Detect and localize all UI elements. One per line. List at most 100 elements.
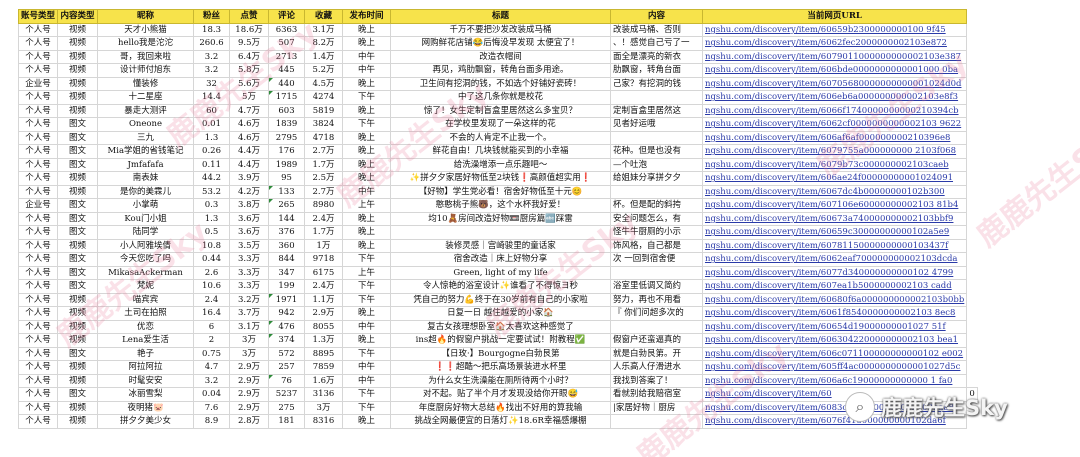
cell-nickname: 南表妹: [97, 171, 195, 186]
cell-title: 【好物】学生党必看！宿舍好物低至十元😊: [390, 184, 612, 199]
column-header-account-type[interactable]: 账号类型: [17, 9, 59, 24]
cell-favorites: 1.7万: [304, 157, 344, 172]
table-row[interactable]: 个人号 视频 时髦安安 3.2 2.9万 76 1.6万 中午 为什么女生洗澡能在厕所待两个小时…: [17, 373, 978, 388]
cell-url[interactable]: ngshu.com/discovery/item/606304220000000…: [702, 333, 968, 348]
cell-content-type: 图文: [57, 279, 99, 294]
cell-comments: 347: [268, 265, 306, 280]
cell-favorites: 9718: [304, 252, 344, 267]
column-header-content[interactable]: 内容: [610, 9, 704, 24]
table-row[interactable]: 个人号 视频 十二星座 14.4 5万 1715 4274 下午 中了这几条你就是校花 ngshu…: [17, 90, 978, 105]
table-row[interactable]: 个人号 视频 小人阿雅埃倩 10.8 3.5万 360 1万 晚上 装修灵感｜宫崎骏里的童话家饰…: [17, 238, 978, 253]
cell-content: 人乐高人仔滑进水: [610, 360, 704, 375]
cell-url[interactable]: ngshu.com/discovery/item/6062fec20000000…: [702, 36, 968, 51]
table-row[interactable]: 个人号 视频 拼夕夕美少女 8.9 2.8万 181 8316 晚上 挑战全网最便宜的日落灯✨1…: [17, 414, 978, 429]
cell-url[interactable]: ngshu.com/discovery/item/607106e60000000…: [702, 198, 968, 213]
column-header-fans[interactable]: 粉丝: [193, 9, 231, 24]
cell-comments: 1715: [268, 90, 306, 105]
cell-likes: 5万: [229, 90, 270, 105]
table-row[interactable]: 个人号 视频 天才小熊猫 18.3 18.6万 6363 3.1万 晚上 千万不要把沙发改装成马…: [17, 22, 978, 37]
table-row[interactable]: 个人号 图文 Kou门小姐 1.3 3.6万 144 2.4万 晚上 均10🧸房间改造好物📼厨房…: [17, 211, 978, 226]
cell-url[interactable]: ngshu.com/discovery/item/60673a740000000…: [702, 211, 968, 226]
cell-likes: 3万: [229, 333, 270, 348]
table-row[interactable]: 个人号 图文 今天您吃了吗 0.44 3.3万 844 9718 下午 宿舍改造｜床上好物分享次…: [17, 252, 978, 267]
table-row[interactable]: 个人号 视频 土司在拍照 16.4 3.7万 942 2.9万 晚上 日复一日 越住越爱的小家🏠…: [17, 306, 978, 321]
cell-favorites: 4718: [304, 130, 344, 145]
table-row[interactable]: 个人号 视频 hello我是沱沱 260.6 9.5万 507 8.2万 晚上 网购鲜花店铺😂后…: [17, 36, 978, 51]
table-row[interactable]: 个人号 图文 梵妮 10.6 3.3万 199 2.4万 下午 令人惊艳的浴室设计✨谁看了不得惊…: [17, 279, 978, 294]
cell-url[interactable]: ngshu.com/discovery/item/607811500000000…: [702, 238, 968, 253]
cell-url[interactable]: ngshu.com/discovery/item/60680f6a0000000…: [702, 292, 968, 307]
cell-content: 饰风格，自己都是: [610, 238, 704, 253]
table-row[interactable]: 个人号 视频 是你的美霖儿 53.2 4.2万 133 2.7万 中午 【好物】学生党必看！宿舍…: [17, 184, 978, 199]
cell-favorites: 1.3万: [304, 333, 344, 348]
cell-url[interactable]: ngshu.com/discovery/item/607056800000000…: [702, 76, 968, 91]
table-row[interactable]: 个人号 图文 冰丽雪梨 0.04 2.9万 5237 3136 下午 对不起。贴了半个月才发现没…: [17, 387, 978, 402]
column-header-url[interactable]: 当前网页URL: [702, 9, 968, 24]
cell-title: 宿舍改造｜床上好物分享: [390, 252, 612, 267]
column-header-title[interactable]: 标题: [390, 9, 612, 24]
cell-url[interactable]: ngshu.com/discovery/item/605ff4ac0000000…: [702, 360, 968, 375]
cell-url[interactable]: ngshu.com/discovery/item/607901100000000…: [702, 49, 968, 64]
table-row[interactable]: 个人号 图文 MikasaAckerman 2.6 3.3万 347 6175 上午 Green…: [17, 265, 978, 280]
column-header-content-type[interactable]: 内容类型: [57, 9, 99, 24]
cell-url[interactable]: ngshu.com/discovery/item/60659b230000000…: [702, 22, 968, 37]
table-row[interactable]: 个人号 视频 哥，我回来啦 3.2 6.4万 2713 1.4万 中午 改造衣帽间 面全是漂亮的新…: [17, 49, 978, 64]
cell-url[interactable]: ngshu.com/discovery/item/607ea1b50000000…: [702, 279, 968, 294]
cell-url[interactable]: ngshu.com/discovery/item/6066f1740000000…: [702, 103, 968, 118]
table-row[interactable]: 个人号 视频 阿拉阿拉 4.7 2.9万 257 7859 中午 ❗❗超酷～把乐高场景装进水杯里…: [17, 360, 978, 375]
table-row[interactable]: 企业号 视频 懂装修 32 5.6万 440 4.5万 晚上 卫生间有挖洞的钱，不如选个好铺好瓷…: [17, 76, 978, 91]
cell-nickname: 三九: [97, 130, 195, 145]
cell-url[interactable]: ngshu.com/discovery/item/6077d3400000000…: [702, 265, 968, 280]
cell-url[interactable]: ngshu.com/discovery/item/6062eaf70000000…: [702, 252, 968, 267]
table-row[interactable]: 个人号 视频 优恋 6 3.1万 476 8055 中午 复古女孩理想卧室🏠太喜欢这种感觉了 ng…: [17, 319, 978, 334]
table-row[interactable]: 个人号 图文 Oneone 0.01 4.6万 1839 3824 下午 在学校里发现了一朵这样…: [17, 117, 978, 132]
cell-nickname: MikasaAckerman: [97, 265, 195, 280]
cell-content-type: 图文: [57, 265, 99, 280]
cell-url[interactable]: ngshu.com/discovery/item/6079755a0000000…: [702, 144, 968, 159]
table-row[interactable]: 个人号 视频 暴走大测评 60 4.7万 603 5819 晚上 惊了！女生定制盲盒里居然这么多…: [17, 103, 978, 118]
column-header-nickname[interactable]: 昵称: [97, 9, 195, 24]
cell-account-type: 个人号: [17, 333, 59, 348]
cell-comments: 144: [268, 211, 306, 226]
table-row[interactable]: 个人号 图文 艳子 0.75 3万 572 8895 下午 【日玫·】Bourgogne白勃艮第…: [17, 346, 978, 361]
cell-comments: 6363: [268, 22, 306, 37]
table-row[interactable]: 个人号 视频 南表妹 44.2 3.9万 95 2.5万 晚上 ✨拼夕夕家居好物低至2块钱❗高颜…: [17, 171, 978, 186]
cell-account-type: 个人号: [17, 400, 59, 415]
table-row[interactable]: 个人号 图文 三九 1.3 4.6万 2795 4718 晚上 不会的人肯定不止我一个。 ngsh…: [17, 130, 978, 145]
cell-url[interactable]: ngshu.com/discovery/item/606eb6a00000000…: [702, 90, 968, 105]
table-row[interactable]: 个人号 图文 Jmfafafa 0.11 4.4万 1989 1.7万 晚上 给洗澡增添一点乐趣…: [17, 157, 978, 172]
table-row[interactable]: 个人号 图文 陆同学 0.5 3.6万 376 1.7万 晚上 怪牛牛厨厕的小示 ngshu.co…: [17, 225, 978, 240]
cell-url[interactable]: ngshu.com/discovery/item/606bde000000000…: [702, 63, 968, 78]
cell-nickname: Lena爱生活: [97, 333, 195, 348]
table-row[interactable]: 个人号 视频 设计师付旭东 3.2 5.8万 445 5.2万 中午 再见，鸡肋飘窗，转角台面多…: [17, 63, 978, 78]
column-header-likes[interactable]: 点赞: [229, 9, 270, 24]
cell-account-type: 企业号: [17, 198, 59, 213]
table-row[interactable]: 个人号 视频 夜明猪🐷 7.6 2.9万 275 3万 下午 年度厨房好物大总结🔥找出不好用的算…: [17, 400, 978, 415]
column-header-comments[interactable]: 评论: [268, 9, 306, 24]
column-header-favorites[interactable]: 收藏: [304, 9, 344, 24]
cell-url[interactable]: ngshu.com/discovery/item/6061f8540000000…: [702, 306, 968, 321]
cell-content-type: 视频: [57, 171, 99, 186]
table-row[interactable]: 企业号 图文 小掌萌 0.3 3.8万 265 8980 上午 憨憨桃子熊🐻，这个水杯我好爱！杯…: [17, 198, 978, 213]
cell-fans: 0.26: [193, 144, 231, 159]
cell-url[interactable]: ngshu.com/discovery/item/6079b73c0000000…: [702, 157, 968, 172]
cell-title: 挑战全网最便宜的日落灯✨18.6R幸福感爆棚: [390, 414, 612, 429]
cell-url[interactable]: ngshu.com/discovery/item/606af6af0000000…: [702, 130, 968, 145]
cell-url[interactable]: ngshu.com/discovery/item/6062cf000000000…: [702, 117, 968, 132]
cell-url[interactable]: ngshu.com/discovery/item/60654d190000000…: [702, 319, 968, 334]
cell-fans: 1.3: [193, 211, 231, 226]
cell-url[interactable]: ngshu.com/discovery/item/606c07110000000…: [702, 346, 968, 361]
wechat-icon: ⌕: [845, 392, 875, 422]
cell-fans: 3.2: [193, 49, 231, 64]
cell-fans: 2.4: [193, 292, 231, 307]
cell-url[interactable]: ngshu.com/discovery/item/60659c300000000…: [702, 225, 968, 240]
table-row[interactable]: 个人号 视频 Lena爱生活 2 3万 374 1.3万 晚上 ins超🔥的假窗户挑战一定要试试…: [17, 333, 978, 348]
cell-content-type: 视频: [57, 373, 99, 388]
cell-url[interactable]: ngshu.com/discovery/item/606a6c190000000…: [702, 373, 968, 388]
cell-content-type: 视频: [57, 360, 99, 375]
cell-url[interactable]: ngshu.com/discovery/item/6067dc4b0000000…: [702, 184, 968, 199]
table-row[interactable]: 个人号 图文 Mia学姐的省钱笔记 0.26 4.4万 176 2.7万 晚上 鲜花自由！几块钱…: [17, 144, 978, 159]
cell-url[interactable]: ngshu.com/discovery/item/606ae24f0000000…: [702, 171, 968, 186]
table-row[interactable]: 个人号 视频 喵宾宾 2.4 3.2万 1971 1.1万 下午 凭自己的努力💪终于在30岁前有…: [17, 292, 978, 307]
column-header-publish-time[interactable]: 发布时间: [342, 9, 392, 24]
